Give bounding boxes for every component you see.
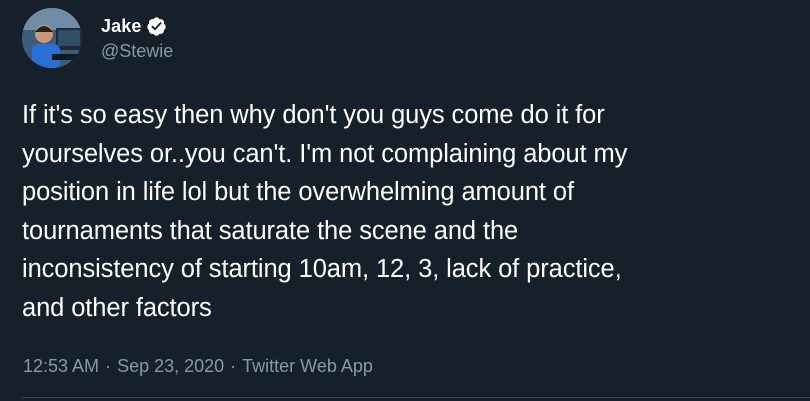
author-names: Jake @Stewie <box>101 14 173 62</box>
tweet-timestamp-date[interactable]: Sep 23, 2020 <box>117 356 224 377</box>
tweet-header: Jake @Stewie <box>22 8 173 68</box>
divider <box>22 397 810 398</box>
verified-badge-icon <box>146 16 167 37</box>
tweet-metadata: 12:53 AM · Sep 23, 2020 · Twitter Web Ap… <box>23 356 373 377</box>
tweet-source-link[interactable]: Twitter Web App <box>242 356 373 377</box>
tweet-timestamp-time[interactable]: 12:53 AM <box>23 356 99 377</box>
meta-separator: · <box>105 356 112 376</box>
tweet-card: Jake @Stewie If it's so easy then why do… <box>0 0 810 401</box>
avatar[interactable] <box>22 8 82 68</box>
tweet-text: If it's so easy then why don't you guys … <box>22 101 628 322</box>
display-name-row: Jake <box>101 14 173 38</box>
author-handle[interactable]: @Stewie <box>101 41 173 62</box>
meta-separator: · <box>230 356 237 376</box>
avatar-image <box>22 8 82 68</box>
display-name[interactable]: Jake <box>101 16 141 37</box>
